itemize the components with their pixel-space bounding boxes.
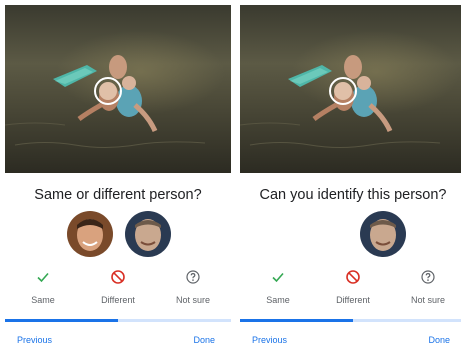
check-icon	[37, 272, 49, 283]
review-sheet: Same or different person? Same Different…	[5, 173, 231, 355]
progress-fill	[5, 319, 118, 322]
check-icon	[272, 272, 284, 283]
question-title: Can you identify this person?	[259, 187, 447, 203]
previous-button[interactable]: Previous	[252, 335, 287, 345]
answer-options: Same Different Not sure	[5, 269, 231, 309]
same-option[interactable]: Same	[5, 269, 81, 309]
not-sure-option[interactable]: Not sure	[390, 269, 461, 309]
different-option[interactable]: Different	[315, 269, 391, 309]
same-option-label: Same	[266, 295, 290, 305]
face-thumbnail-candidate	[67, 211, 113, 257]
face-thumbnail	[360, 211, 406, 257]
screen-same-or-different: Same or different person? Same Different…	[5, 0, 231, 355]
answer-options: Same Different Not sure	[240, 269, 461, 309]
not-sure-option[interactable]: Not sure	[155, 269, 231, 309]
progress-bar	[240, 319, 461, 322]
screen-identify-person: Can you identify this person? Same Diffe…	[240, 0, 461, 355]
progress-fill	[240, 319, 353, 322]
help-circle-icon	[421, 270, 435, 284]
done-button[interactable]: Done	[428, 335, 450, 345]
face-thumbnail-reference	[125, 211, 171, 257]
same-option-label: Same	[31, 295, 55, 305]
question-title: Same or different person?	[34, 187, 202, 203]
block-icon	[346, 270, 360, 284]
different-option-label: Different	[101, 295, 135, 305]
block-icon	[111, 270, 125, 284]
not-sure-option-label: Not sure	[410, 295, 445, 305]
review-sheet: Can you identify this person? Same Diffe…	[240, 173, 461, 355]
help-circle-icon	[186, 270, 200, 284]
lake-photo	[240, 5, 461, 173]
done-button[interactable]: Done	[193, 335, 215, 345]
not-sure-option-label: Not sure	[175, 295, 210, 305]
lake-photo	[5, 5, 231, 173]
same-option[interactable]: Same	[240, 269, 316, 309]
progress-bar	[5, 319, 231, 322]
previous-button[interactable]: Previous	[17, 335, 52, 345]
different-option[interactable]: Different	[80, 269, 156, 309]
different-option-label: Different	[336, 295, 370, 305]
